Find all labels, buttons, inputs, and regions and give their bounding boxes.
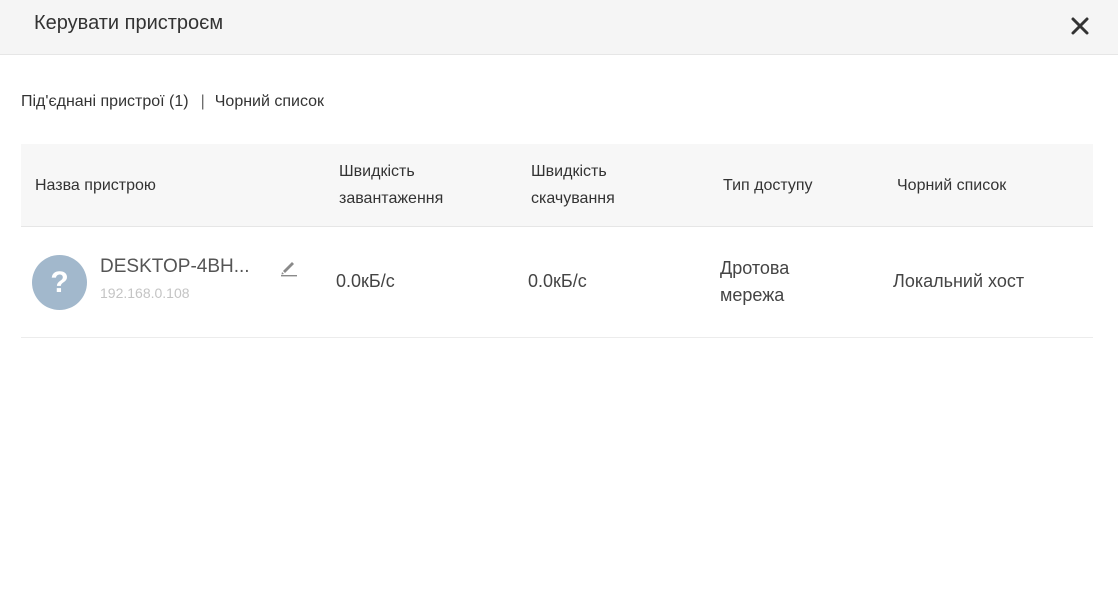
unknown-device-icon: ?	[32, 255, 87, 310]
access-type-value: Дротова мережа	[720, 258, 790, 305]
table-row: ? DESKTOP-4BH... 192.168.0.108 0.0кБ/с 0…	[21, 227, 1093, 338]
upload-speed-value: 0.0кБ/с	[336, 271, 395, 291]
tab-connected-devices[interactable]: Під'єднані пристрої (1)	[21, 93, 189, 110]
column-download-speed: Швидкість скачування	[531, 163, 615, 207]
column-blacklist: Чорний список	[897, 177, 1007, 194]
download-speed-value: 0.0кБ/с	[528, 271, 587, 291]
column-access-type: Тип доступу	[723, 177, 813, 194]
column-device-name: Назва пристрою	[35, 177, 156, 194]
device-ip: 192.168.0.108	[100, 285, 190, 301]
dialog-title: Керувати пристроєм	[34, 12, 224, 34]
column-upload-speed: Швидкість завантаження	[339, 163, 444, 207]
device-name: DESKTOP-4BH...	[100, 256, 250, 277]
table-header: Назва пристрою Швидкість завантаження Шв…	[21, 144, 1093, 227]
tab-blacklist[interactable]: Чорний список	[215, 93, 324, 110]
tab-separator: |	[200, 93, 205, 110]
dialog-header: Керувати пристроєм	[0, 0, 1118, 55]
pencil-icon[interactable]	[279, 257, 299, 277]
manage-device-dialog: Керувати пристроєм Під'єднані пристрої (…	[0, 0, 1118, 600]
close-icon[interactable]	[1066, 12, 1094, 40]
devices-table: Назва пристрою Швидкість завантаження Шв…	[21, 144, 1093, 338]
device-tabs: Під'єднані пристрої (1) | Чорний список	[21, 92, 324, 112]
blacklist-value: Локальний хост	[893, 271, 1025, 291]
